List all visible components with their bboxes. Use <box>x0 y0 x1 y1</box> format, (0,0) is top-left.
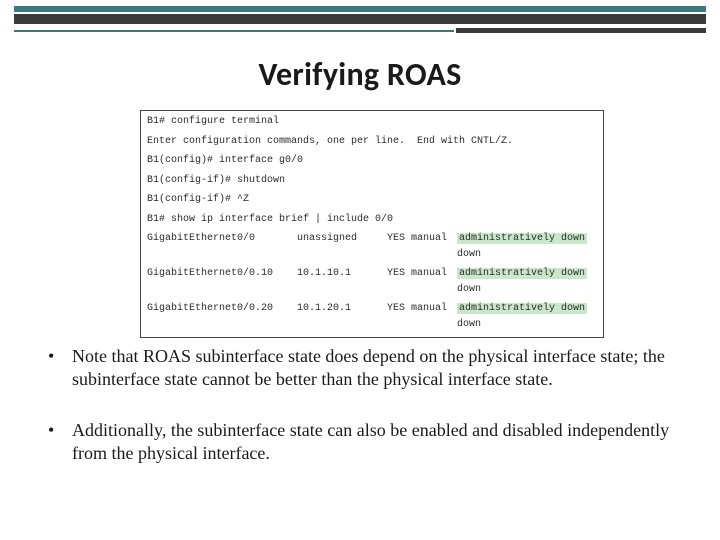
cli-table-row: GigabitEthernet0/0.10 10.1.10.1 YES manu… <box>141 266 603 299</box>
cli-line: Enter configuration commands, one per li… <box>141 134 603 152</box>
iface-ok: YES manual <box>387 231 457 262</box>
iface-proto: down <box>457 319 481 330</box>
bullet-list: Note that ROAS subinterface state does d… <box>48 345 672 493</box>
bullet-item: Note that ROAS subinterface state does d… <box>48 345 672 391</box>
cli-line: B1(config-if)# shutdown <box>141 173 603 191</box>
iface-status-cell: administratively down down <box>457 266 597 297</box>
iface-ok: YES manual <box>387 266 457 297</box>
iface-name: GigabitEthernet0/0.10 <box>147 266 297 297</box>
bar-teal-thin <box>14 30 454 32</box>
cli-table-row: GigabitEthernet0/0.20 10.1.20.1 YES manu… <box>141 301 603 334</box>
bar-dark-right <box>456 28 706 33</box>
cli-line: B1(config-if)# ^Z <box>141 192 603 210</box>
iface-ip: 10.1.10.1 <box>297 266 387 297</box>
iface-status: administratively down <box>457 233 587 244</box>
cli-table-row: GigabitEthernet0/0 unassigned YES manual… <box>141 231 603 264</box>
iface-status-cell: administratively down down <box>457 301 597 332</box>
cli-line: B1# show ip interface brief | include 0/… <box>141 212 603 230</box>
cli-line: B1(config)# interface g0/0 <box>141 153 603 171</box>
bar-dark-wide <box>14 14 706 24</box>
bullet-item: Additionally, the subinterface state can… <box>48 419 672 465</box>
iface-proto: down <box>457 284 481 295</box>
iface-ok: YES manual <box>387 301 457 332</box>
iface-status: administratively down <box>457 268 587 279</box>
iface-status-cell: administratively down down <box>457 231 597 262</box>
iface-name: GigabitEthernet0/0.20 <box>147 301 297 332</box>
iface-ip: 10.1.20.1 <box>297 301 387 332</box>
bar-teal-wide <box>14 6 706 12</box>
iface-status: administratively down <box>457 303 587 314</box>
iface-ip: unassigned <box>297 231 387 262</box>
iface-proto: down <box>457 249 481 260</box>
cli-output-box: B1# configure terminal Enter configurati… <box>140 110 604 338</box>
slide: Verifying ROAS B1# configure terminal En… <box>0 0 720 540</box>
cli-line: B1# configure terminal <box>141 114 603 132</box>
slide-title: Verifying ROAS <box>0 55 720 94</box>
iface-name: GigabitEthernet0/0 <box>147 231 297 262</box>
